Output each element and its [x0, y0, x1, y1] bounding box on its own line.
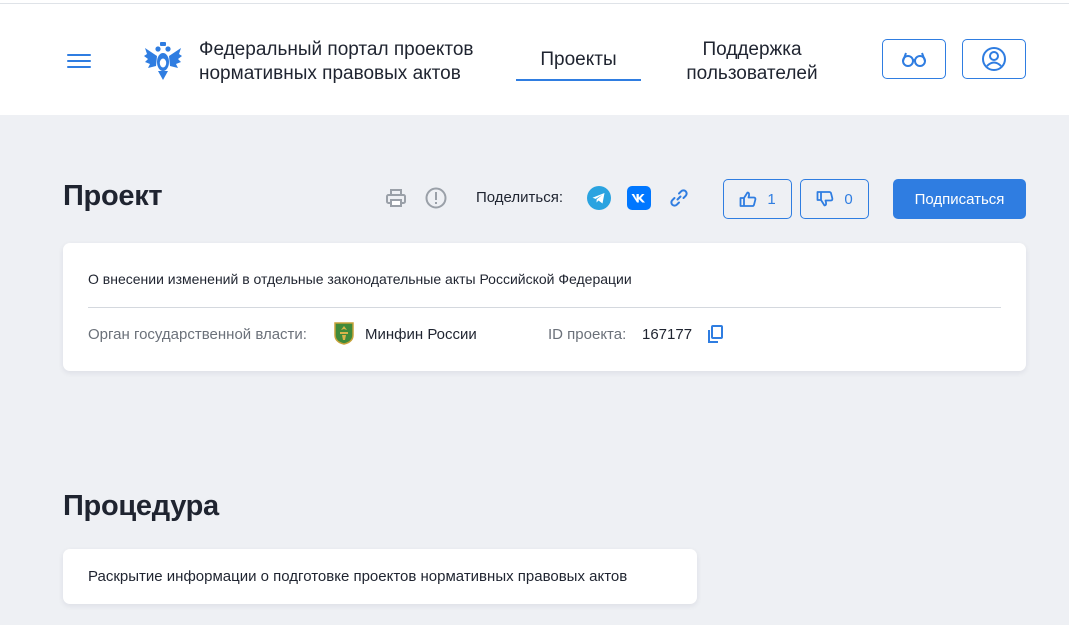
print-icon[interactable]	[385, 187, 407, 209]
user-account-button[interactable]	[962, 39, 1026, 79]
subscribe-button[interactable]: Подписаться	[893, 179, 1026, 219]
divider	[88, 307, 1001, 308]
telegram-icon[interactable]	[587, 186, 611, 210]
portal-title-line2: нормативных правовых актов	[199, 63, 461, 84]
authority-label: Орган государственной власти:	[88, 326, 307, 343]
thumbs-down-icon	[816, 191, 834, 207]
nav-support-line1: Поддержка	[702, 39, 802, 60]
nav-support-line2: пользователей	[686, 63, 818, 84]
like-count: 1	[767, 190, 776, 208]
procedure-section-title: Процедура	[63, 490, 219, 522]
copy-icon[interactable]	[706, 324, 724, 344]
project-section-title: Проект	[63, 180, 163, 212]
minfin-logo-icon	[334, 322, 354, 345]
menu-icon[interactable]	[67, 52, 91, 70]
thumbs-up-icon	[739, 191, 757, 207]
emblem-icon[interactable]	[142, 40, 184, 82]
alert-icon[interactable]	[425, 187, 447, 209]
accessibility-button[interactable]	[882, 39, 946, 79]
glasses-icon	[902, 52, 926, 67]
vk-icon[interactable]	[627, 186, 651, 210]
nav-support[interactable]: Поддержка пользователей	[682, 38, 822, 86]
project-id-label: ID проекта:	[548, 326, 627, 343]
portal-title-line1: Федеральный портал проектов	[199, 39, 474, 60]
procedure-text: Раскрытие информации о подготовке проект…	[88, 568, 628, 585]
project-card: О внесении изменений в отдельные законод…	[63, 243, 1026, 371]
user-icon	[982, 47, 1006, 71]
dislike-button[interactable]: 0	[800, 179, 869, 219]
like-button[interactable]: 1	[723, 179, 792, 219]
portal-title[interactable]: Федеральный портал проектов нормативных …	[199, 38, 519, 86]
dislike-count: 0	[844, 190, 853, 208]
site-header: Федеральный портал проектов нормативных …	[0, 4, 1069, 115]
authority-value[interactable]: Минфин России	[365, 326, 477, 343]
nav-projects[interactable]: Проекты	[516, 44, 641, 81]
share-label: Поделиться:	[476, 189, 563, 206]
procedure-card: Раскрытие информации о подготовке проект…	[63, 549, 697, 604]
link-icon[interactable]	[668, 187, 690, 209]
project-name: О внесении изменений в отдельные законод…	[88, 271, 632, 287]
project-id-value: 167177	[642, 326, 693, 343]
